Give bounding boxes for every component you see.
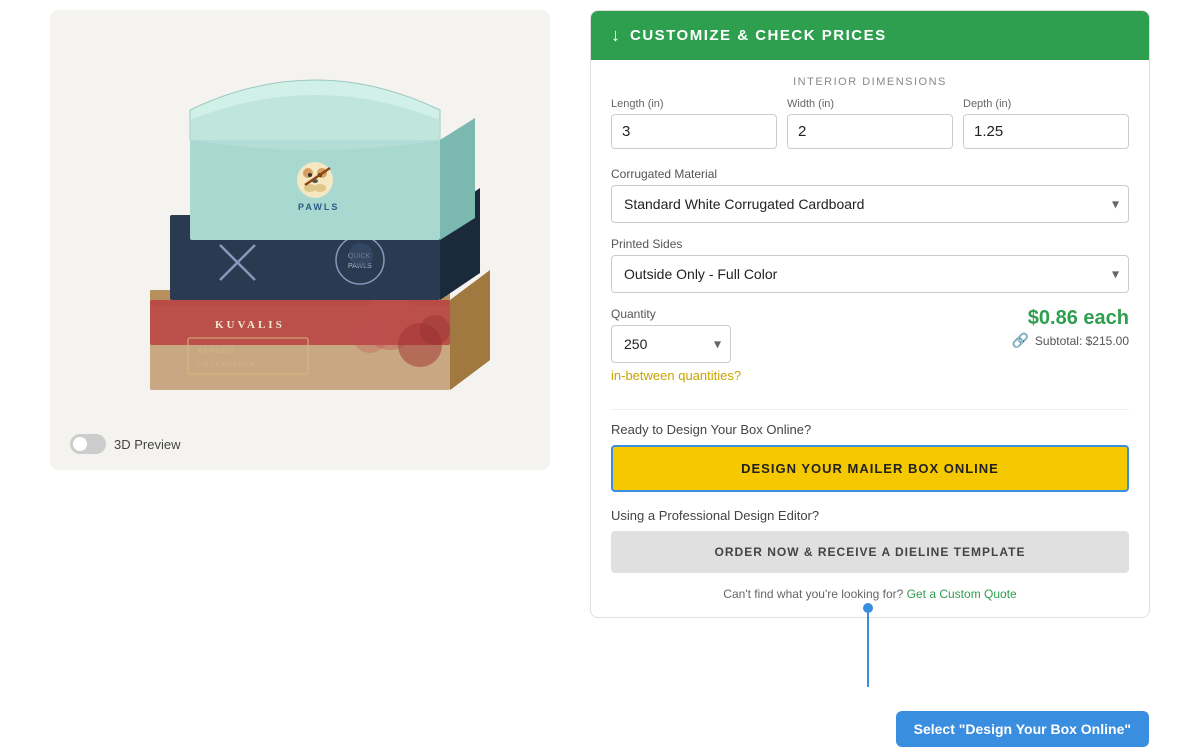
subtotal-row: 🔗 Subtotal: $215.00 [1011, 332, 1129, 349]
quantity-label: Quantity [611, 307, 1011, 321]
annotation-dot [863, 603, 873, 613]
corrugated-material-group: Corrugated Material Standard White Corru… [611, 167, 1129, 223]
svg-text:KUVALIS: KUVALIS [198, 347, 235, 355]
depth-input[interactable] [963, 114, 1129, 149]
panel-header-title: CUSTOMIZE & CHECK PRICES [630, 27, 887, 44]
design-online-button[interactable]: DESIGN YOUR MAILER BOX ONLINE [611, 445, 1129, 492]
dimensions-row: Length (in) Width (in) Depth (in) [611, 98, 1129, 149]
svg-text:KUVALIS: KUVALIS [215, 319, 285, 331]
preview-label: 3D Preview [114, 437, 180, 452]
corrugated-material-select[interactable]: Standard White Corrugated Cardboard Kraf… [611, 185, 1129, 223]
svg-text:PAWLS: PAWLS [298, 202, 339, 212]
width-field: Width (in) [787, 98, 953, 149]
price-each: $0.86 each [1011, 307, 1129, 330]
svg-text:COLLECTION: COLLECTION [198, 362, 256, 368]
quantity-select-wrapper: 100 250 500 1000 2500 ▾ [611, 325, 731, 363]
depth-field: Depth (in) [963, 98, 1129, 149]
quantity-side: Quantity 100 250 500 1000 2500 ▾ [611, 307, 1011, 363]
dimensions-section-label: INTERIOR DIMENSIONS [611, 76, 1129, 88]
quantity-select[interactable]: 100 250 500 1000 2500 [611, 325, 731, 363]
custom-quote-link[interactable]: Get a Custom Quote [907, 587, 1017, 601]
subtotal-text: Subtotal: $215.00 [1035, 334, 1129, 348]
preview-toggle: 3D Preview [70, 434, 180, 454]
printed-sides-group: Printed Sides Outside Only - Full Color … [611, 237, 1129, 293]
cant-find-text: Can't find what you're looking for? [723, 587, 903, 601]
header-arrow-icon: ↓ [611, 25, 620, 46]
price-side: $0.86 each 🔗 Subtotal: $215.00 [1011, 307, 1129, 349]
dieline-button[interactable]: ORDER NOW & RECEIVE A DIELINE TEMPLATE [611, 531, 1129, 573]
professional-label: Using a Professional Design Editor? [611, 508, 1129, 523]
3d-preview-toggle[interactable] [70, 434, 106, 454]
product-image-area: KUVALIS KUVALIS COLLECTION [50, 10, 550, 470]
quantity-price-row: Quantity 100 250 500 1000 2500 ▾ $0.86 e… [611, 307, 1129, 363]
printed-sides-select[interactable]: Outside Only - Full Color Inside & Outsi… [611, 255, 1129, 293]
annotation-line [867, 607, 869, 687]
customize-panel: ↓ CUSTOMIZE & CHECK PRICES INTERIOR DIME… [590, 10, 1150, 618]
printed-sides-label: Printed Sides [611, 237, 1129, 251]
custom-quote-area: Can't find what you're looking for? Get … [611, 587, 1129, 601]
length-label: Length (in) [611, 98, 777, 110]
length-field: Length (in) [611, 98, 777, 149]
corrugated-material-label: Corrugated Material [611, 167, 1129, 181]
printed-sides-select-wrapper: Outside Only - Full Color Inside & Outsi… [611, 255, 1129, 293]
in-between-link[interactable]: in-between quantities? [611, 368, 741, 383]
annotation-tooltip: Select "Design Your Box Online" [896, 711, 1149, 747]
separator-1 [611, 409, 1129, 410]
length-input[interactable] [611, 114, 777, 149]
box-illustration: KUVALIS KUVALIS COLLECTION [110, 60, 490, 420]
width-input[interactable] [787, 114, 953, 149]
corrugated-material-select-wrapper: Standard White Corrugated Cardboard Kraf… [611, 185, 1129, 223]
top-box: PAWLS [190, 80, 475, 240]
ready-label: Ready to Design Your Box Online? [611, 422, 1129, 437]
link-icon: 🔗 [1011, 332, 1028, 349]
depth-label: Depth (in) [963, 98, 1129, 110]
panel-header: ↓ CUSTOMIZE & CHECK PRICES [591, 11, 1149, 60]
box-stack: KUVALIS KUVALIS COLLECTION [110, 60, 490, 420]
width-label: Width (in) [787, 98, 953, 110]
